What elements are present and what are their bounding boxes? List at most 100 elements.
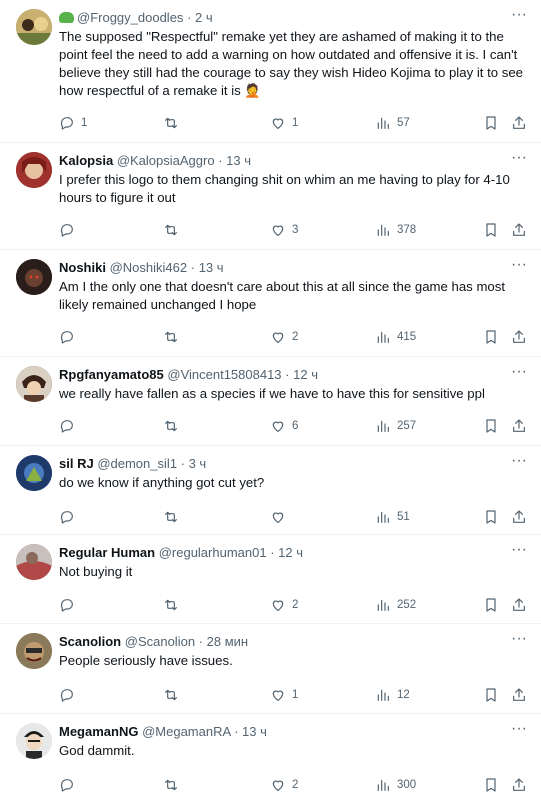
bookmark-button[interactable] <box>483 220 499 240</box>
share-button[interactable] <box>511 327 527 347</box>
action-bar: 51 <box>59 507 529 527</box>
views-button[interactable]: 257 <box>375 416 416 436</box>
views-button[interactable]: 252 <box>375 595 416 615</box>
like-button[interactable] <box>270 507 292 527</box>
more-icon[interactable]: ··· <box>511 363 527 381</box>
reply-button[interactable] <box>59 327 81 347</box>
share-button[interactable] <box>511 220 527 240</box>
share-button[interactable] <box>511 595 527 615</box>
like-icon <box>272 225 284 236</box>
views-icon <box>377 599 389 611</box>
bookmark-button[interactable] <box>483 775 499 795</box>
share-button[interactable] <box>511 685 527 705</box>
reply-button[interactable] <box>59 775 81 795</box>
retweet-button[interactable] <box>163 113 185 133</box>
like-button[interactable]: 2 <box>270 327 298 347</box>
timestamp[interactable]: 12 ч <box>293 367 318 382</box>
avatar[interactable] <box>16 152 52 188</box>
timestamp[interactable]: 3 ч <box>189 456 207 471</box>
reply-button[interactable] <box>59 220 81 240</box>
avatar[interactable] <box>16 455 52 491</box>
more-icon[interactable]: ··· <box>511 149 527 167</box>
handle[interactable]: @MegamanRA <box>142 724 230 739</box>
timestamp[interactable]: 13 ч <box>226 153 251 168</box>
avatar[interactable] <box>16 633 52 669</box>
views-button[interactable]: 415 <box>375 327 416 347</box>
handle[interactable]: @KalopsiaAggro <box>117 153 215 168</box>
retweet-button[interactable] <box>163 685 185 705</box>
tweet[interactable]: Kalopsia @KalopsiaAggro · 13 ч ··· I pre… <box>0 143 541 250</box>
reply-button[interactable] <box>59 416 81 436</box>
timestamp[interactable]: 2 ч <box>195 10 213 25</box>
more-icon[interactable]: ··· <box>511 452 527 470</box>
reply-button[interactable]: 1 <box>59 113 87 133</box>
like-button[interactable]: 6 <box>270 416 298 436</box>
display-name[interactable]: Kalopsia <box>59 153 113 168</box>
handle[interactable]: @regularhuman01 <box>159 545 267 560</box>
retweet-button[interactable] <box>163 220 185 240</box>
display-name[interactable]: MegamanNG <box>59 724 138 739</box>
share-button[interactable] <box>511 416 527 436</box>
tweet[interactable]: Regular Human @regularhuman01 · 12 ч ···… <box>0 535 541 624</box>
timestamp[interactable]: 28 мин <box>207 634 248 649</box>
share-button[interactable] <box>511 775 527 795</box>
more-icon[interactable]: ··· <box>511 720 527 738</box>
timestamp[interactable]: 13 ч <box>242 724 267 739</box>
retweet-button[interactable] <box>163 327 185 347</box>
handle[interactable]: @Vincent15808413 <box>167 367 281 382</box>
tweet[interactable]: Noshiki @Noshiki462 · 13 ч ··· Am I the … <box>0 250 541 357</box>
views-icon <box>377 779 389 791</box>
display-name[interactable]: Scanolion <box>59 634 121 649</box>
avatar[interactable] <box>16 366 52 402</box>
views-button[interactable]: 57 <box>375 113 410 133</box>
retweet-button[interactable] <box>163 595 185 615</box>
more-icon[interactable]: ··· <box>511 6 527 24</box>
avatar[interactable] <box>16 9 52 45</box>
tweet[interactable]: Scanolion @Scanolion · 28 мин ··· People… <box>0 624 541 714</box>
like-button[interactable]: 1 <box>270 113 298 133</box>
tweet[interactable]: MegamanNG @MegamanRA · 13 ч ··· God damm… <box>0 714 541 800</box>
bookmark-button[interactable] <box>483 685 499 705</box>
views-button[interactable]: 300 <box>375 775 416 795</box>
handle[interactable]: @Froggy_doodles <box>77 10 183 25</box>
handle[interactable]: @Scanolion <box>125 634 195 649</box>
like-button[interactable]: 1 <box>270 685 298 705</box>
views-button[interactable]: 12 <box>375 685 410 705</box>
retweet-button[interactable] <box>163 775 185 795</box>
handle[interactable]: @demon_sil1 <box>97 456 177 471</box>
tweet[interactable]: @Froggy_doodles · 2 ч ··· The supposed "… <box>0 0 541 143</box>
tweet[interactable]: sil RJ @demon_sil1 · 3 ч ··· do we know … <box>0 446 541 535</box>
retweet-button[interactable] <box>163 416 185 436</box>
reply-button[interactable] <box>59 507 81 527</box>
like-button[interactable]: 2 <box>270 775 298 795</box>
like-button[interactable]: 2 <box>270 595 298 615</box>
display-name[interactable]: Noshiki <box>59 260 106 275</box>
more-icon[interactable]: ··· <box>511 630 527 648</box>
share-button[interactable] <box>511 507 527 527</box>
more-icon[interactable]: ··· <box>511 256 527 274</box>
share-button[interactable] <box>511 113 527 133</box>
reply-button[interactable] <box>59 685 81 705</box>
display-name[interactable]: Regular Human <box>59 545 155 560</box>
avatar[interactable] <box>16 544 52 580</box>
views-icon <box>377 224 389 236</box>
bookmark-button[interactable] <box>483 595 499 615</box>
like-button[interactable]: 3 <box>270 220 298 240</box>
views-button[interactable]: 378 <box>375 220 416 240</box>
display-name[interactable]: Rpgfanyamato85 <box>59 367 164 382</box>
more-icon[interactable]: ··· <box>511 541 527 559</box>
timestamp[interactable]: 12 ч <box>278 545 303 560</box>
views-button[interactable]: 51 <box>375 507 410 527</box>
handle[interactable]: @Noshiki462 <box>110 260 188 275</box>
tweet[interactable]: Rpgfanyamato85 @Vincent15808413 · 12 ч ·… <box>0 357 541 446</box>
bookmark-button[interactable] <box>483 113 499 133</box>
retweet-button[interactable] <box>163 507 185 527</box>
bookmark-button[interactable] <box>483 327 499 347</box>
bookmark-button[interactable] <box>483 416 499 436</box>
avatar[interactable] <box>16 723 52 759</box>
display-name[interactable]: sil RJ <box>59 456 94 471</box>
bookmark-button[interactable] <box>483 507 499 527</box>
timestamp[interactable]: 13 ч <box>199 260 224 275</box>
reply-button[interactable] <box>59 595 81 615</box>
avatar[interactable] <box>16 259 52 295</box>
